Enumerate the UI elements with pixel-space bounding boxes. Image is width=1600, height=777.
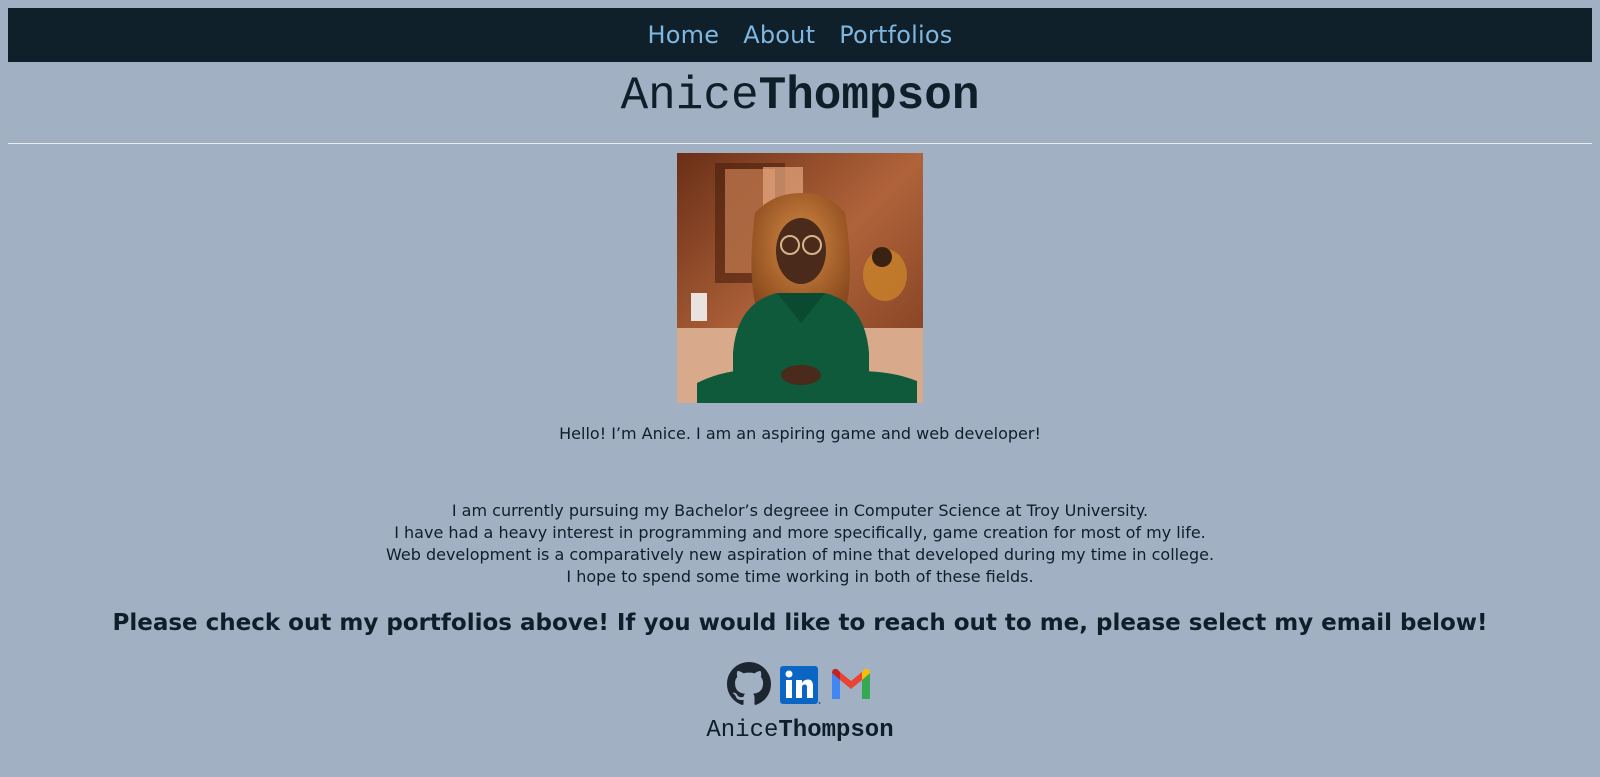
github-link[interactable] xyxy=(727,662,771,710)
nav-link-home[interactable]: Home xyxy=(648,21,720,49)
call-to-action-heading: Please check out my portfolios above! If… xyxy=(112,610,1488,636)
page: Home About Portfolios AniceThompson Hell… xyxy=(0,0,1600,777)
site-title-first-name: Anice xyxy=(620,70,759,122)
bio-line: I am currently pursuing my Bachelor’s de… xyxy=(451,501,1149,520)
intro-text: Hello! I’m Anice. I am an aspiring game … xyxy=(559,424,1041,443)
nav-link-portfolios[interactable]: Portfolios xyxy=(839,21,952,49)
bio-line: I hope to spend some time working in bot… xyxy=(566,567,1034,586)
profile-photo xyxy=(677,153,923,403)
header-divider xyxy=(8,143,1592,144)
site-title-last-name: Thompson xyxy=(758,70,980,122)
bio-line: I have had a heavy interest in programmi… xyxy=(394,523,1206,542)
site-title: AniceThompson xyxy=(0,66,1600,126)
linkedin-link[interactable] xyxy=(779,663,821,709)
social-links xyxy=(0,662,1600,710)
github-icon xyxy=(727,662,771,705)
footer-title: AniceThompson xyxy=(0,716,1600,746)
footer-last-name: Thompson xyxy=(778,717,894,744)
gmail-icon xyxy=(832,668,870,699)
bio-paragraph: I am currently pursuing my Bachelor’s de… xyxy=(0,500,1600,588)
bio-line: Web development is a comparatively new a… xyxy=(385,545,1215,564)
linkedin-icon xyxy=(780,666,821,704)
navbar: Home About Portfolios xyxy=(8,8,1592,62)
footer-first-name: Anice xyxy=(706,717,779,744)
nav-link-about[interactable]: About xyxy=(743,21,815,49)
gmail-link[interactable] xyxy=(829,667,873,705)
